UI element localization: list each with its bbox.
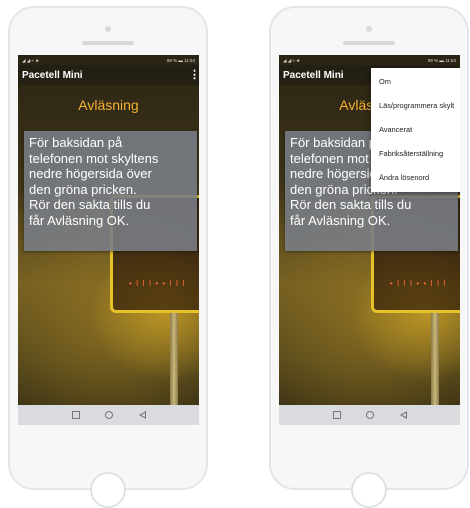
menu-item-advanced[interactable]: Avancerat	[371, 118, 460, 142]
instruction-line: För baksidan på	[29, 135, 123, 150]
phone-screen: • I I I • • I I I ◢ ◢ ≈ ★ 99 % ▬ 11:54 P…	[279, 55, 460, 425]
sign-digits: • I I I • • I I I	[129, 279, 186, 288]
instruction-line: Rör den sakta tills du	[290, 197, 412, 213]
app-bar: Pacetell Mini ⋮	[18, 65, 199, 85]
home-button[interactable]	[90, 472, 126, 508]
menu-item-factory-reset[interactable]: Fabriksåterställning	[371, 142, 460, 166]
screen-heading: Avläsning	[78, 97, 139, 113]
camera-dot	[105, 26, 111, 32]
signal-icons: ◢ ◢ ≈ ★	[283, 58, 301, 63]
phone-right: • I I I • • I I I ◢ ◢ ≈ ★ 99 % ▬ 11:54 P…	[269, 6, 469, 508]
signal-icons: ◢ ◢ ≈ ★	[22, 58, 40, 63]
instruction-line: telefonen mot skyltens	[29, 150, 159, 166]
status-bar: ◢ ◢ ≈ ★ 99 % ▬ 11:54	[279, 55, 460, 65]
app-title: Pacetell Mini	[283, 70, 344, 81]
recents-square-icon[interactable]	[72, 411, 80, 419]
overflow-menu: Om Läs/programmera skylt Avancerat Fabri…	[371, 68, 460, 192]
home-circle-icon[interactable]	[366, 411, 374, 419]
home-circle-icon[interactable]	[105, 411, 113, 419]
android-nav-bar	[279, 405, 460, 425]
status-battery-time: 99 % ▬ 11:54	[427, 58, 456, 63]
instruction-line: Rör den sakta tills du	[29, 197, 151, 213]
instruction-line: den gröna pricken.	[29, 181, 137, 197]
sign-digits: • I I I • • I I I	[390, 279, 447, 288]
camera-dot	[366, 26, 372, 32]
phone-left: • I I I • • I I I ◢ ◢ ≈ ★ 99 % ▬ 11:54 P…	[8, 6, 208, 508]
instruction-panel: För baksidan på telefonen mot skyltens n…	[24, 131, 197, 251]
back-triangle-icon[interactable]	[400, 411, 407, 419]
phone-screen: • I I I • • I I I ◢ ◢ ≈ ★ 99 % ▬ 11:54 P…	[18, 55, 199, 425]
menu-item-about[interactable]: Om	[371, 70, 460, 94]
recents-square-icon[interactable]	[333, 411, 341, 419]
menu-item-change-password[interactable]: Ändra lösenord	[371, 166, 460, 190]
status-battery-time: 99 % ▬ 11:54	[166, 58, 195, 63]
home-button[interactable]	[351, 472, 387, 508]
back-triangle-icon[interactable]	[139, 411, 146, 419]
instruction-line: får Avläsning OK.	[29, 212, 130, 228]
app-title: Pacetell Mini	[22, 70, 83, 81]
speaker-grille	[82, 41, 134, 45]
menu-item-read-program[interactable]: Läs/programmera skylt	[371, 94, 460, 118]
android-nav-bar	[18, 405, 199, 425]
overflow-menu-icon[interactable]: ⋮	[189, 69, 199, 81]
status-bar: ◢ ◢ ≈ ★ 99 % ▬ 11:54	[18, 55, 199, 65]
speaker-grille	[343, 41, 395, 45]
instruction-line: får Avläsning OK.	[290, 212, 391, 228]
instruction-line: nedre högersida över	[29, 166, 152, 182]
